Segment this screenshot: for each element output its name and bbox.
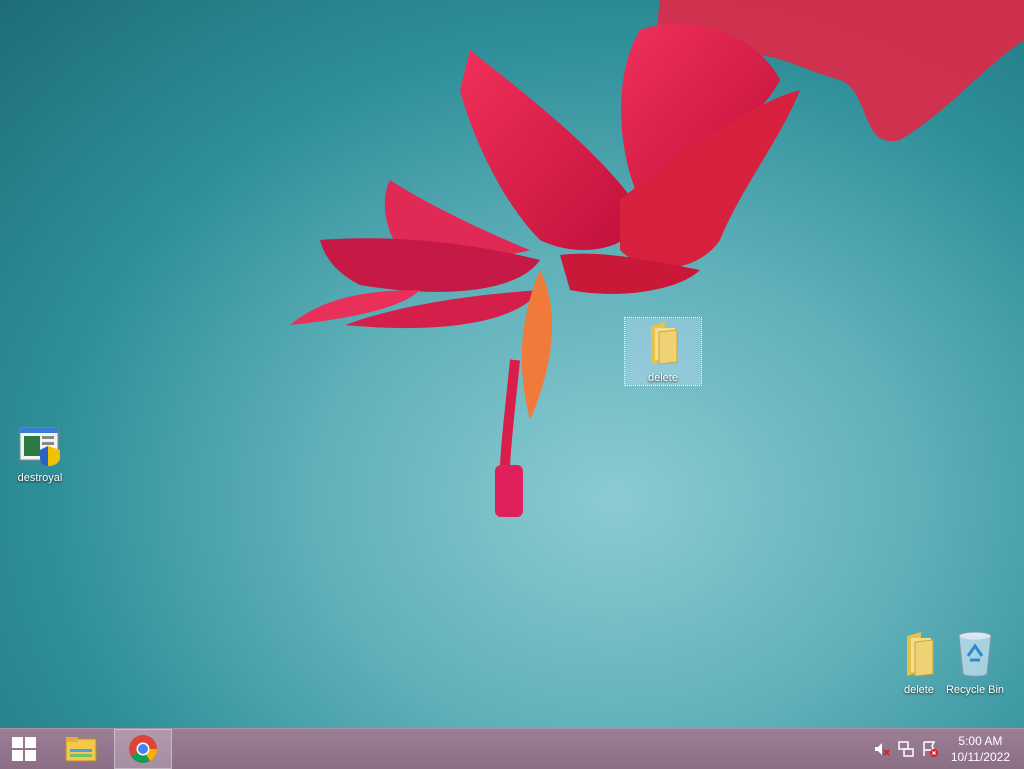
file-explorer-icon (65, 737, 97, 762)
system-clock[interactable]: 5:00 AM 10/11/2022 (951, 733, 1010, 765)
recycle-bin-icon (958, 631, 992, 677)
start-button[interactable] (0, 729, 48, 769)
desktop-icon-label: destroyal (17, 472, 63, 484)
folder-icon (907, 632, 934, 677)
clock-time: 5:00 AM (958, 734, 1003, 748)
desktop-icon-label: delete (648, 372, 678, 384)
taskbar-file-explorer[interactable] (56, 729, 106, 769)
desktop-icon-delete-folder[interactable]: delete (624, 317, 702, 386)
volume-muted-icon[interactable] (874, 741, 890, 757)
folder-icon (651, 322, 678, 365)
desktop-icon-label: Recycle Bin (945, 684, 1005, 696)
flower-image (290, 0, 1024, 517)
desktop-wallpaper (290, 0, 1024, 517)
desktop-icon-recycle-bin[interactable]: Recycle Bin (937, 630, 1013, 697)
action-center-alert-icon[interactable] (922, 741, 938, 757)
clock-date: 10/11/2022 (950, 750, 1010, 764)
windows-logo-icon (12, 737, 36, 761)
network-icon[interactable] (898, 741, 914, 757)
chrome-icon (129, 735, 157, 763)
installer-shield-icon (19, 427, 60, 466)
desktop-icon-destroyal[interactable]: destroyal (2, 426, 78, 485)
taskbar-chrome[interactable] (114, 729, 172, 769)
taskbar: 5:00 AM 10/11/2022 (0, 728, 1024, 769)
